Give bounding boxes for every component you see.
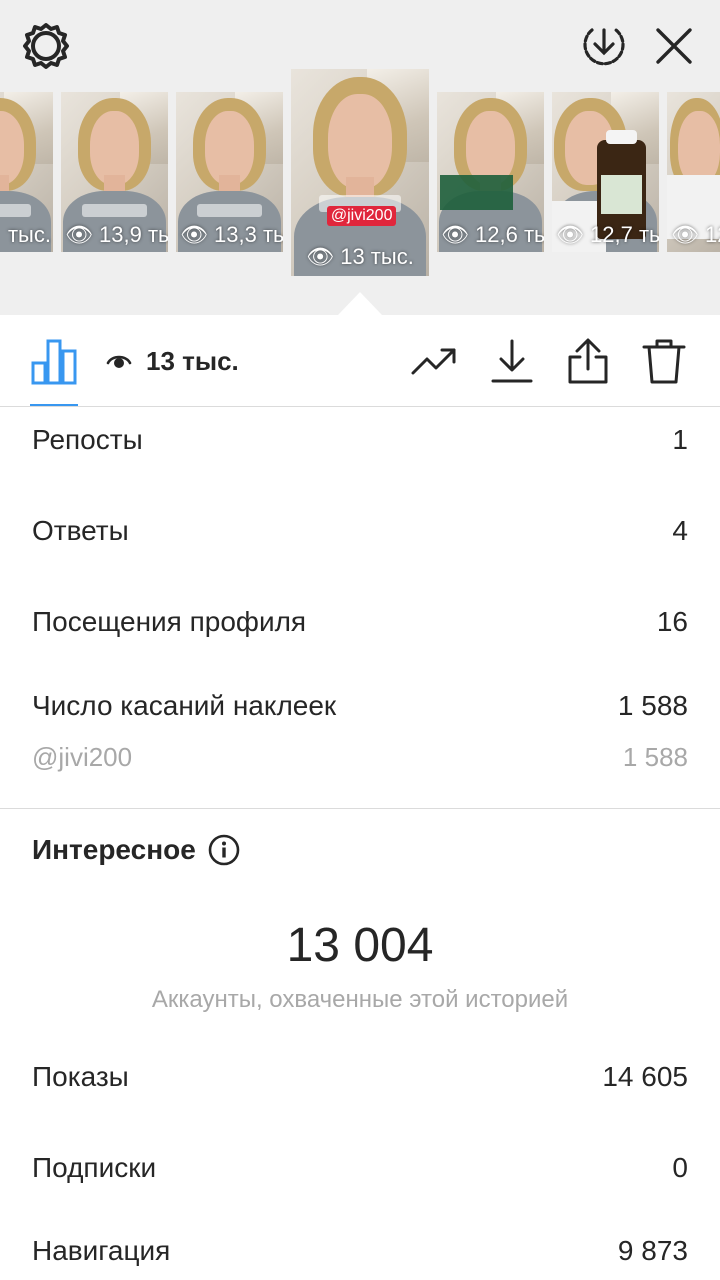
gear-icon[interactable] [22,22,70,70]
stat-row-reposts: Репосты 1 [32,424,688,456]
sticker-handle-label: @jivi200 [32,742,133,772]
stat-label: Навигация [32,1235,171,1266]
active-tab-indicator [30,404,78,406]
share-icon[interactable] [564,337,612,385]
thumbnail-views: 👁 12,7 тыс. [556,222,659,247]
stat-label: Число касаний наклеек [32,690,337,721]
thumbnail-views: тыс. [7,222,51,247]
story-thumbnail[interactable]: 👁 12 [667,92,720,252]
story-thumbnail[interactable]: 👁 12,6 тыс. [437,92,544,252]
stat-label: Посещения профиля [32,606,307,637]
trash-icon[interactable] [640,337,688,385]
thumbnail-views: 👁 13 тыс. [306,244,414,269]
stat-row-impressions: Показы 14 605 [32,1061,688,1093]
stat-value: 16 [656,606,688,637]
stat-row-follows: Подписки 0 [32,1152,688,1184]
story-strip: тыс. 👁 13,9 тыс. 👁 13,3 тыс. @jivi200 👁 … [0,0,720,315]
close-icon[interactable] [650,22,698,70]
download-circle-icon[interactable] [580,22,628,70]
section-header-discovery: Интересное [32,834,240,866]
stat-row-replies: Ответы 4 [32,515,688,547]
stat-label: Показы [32,1061,129,1092]
thumbnail-views: 👁 12,6 тыс. [441,222,544,247]
eye-icon [106,355,132,368]
stat-value: 0 [672,1152,688,1183]
thumbnail-views: 👁 12 [671,222,720,247]
reach-value: 13 004 [286,919,434,972]
stat-label: Подписки [32,1152,157,1183]
stat-row-profile-visits: Посещения профиля 16 [32,606,688,638]
stat-value: 9 873 [617,1235,688,1266]
stat-row-sticker-handle[interactable]: @jivi200 1 588 [32,742,688,773]
stat-label: Репосты [32,424,143,455]
story-thumbnail[interactable]: 👁 12,7 тыс. [552,92,659,252]
sticker-handle-value: 1 588 [622,742,688,772]
views-summary: 13 тыс. [106,345,239,377]
views-count: 13 тыс. [146,345,239,376]
insights-toolbar: 13 тыс. [0,315,720,407]
thumbnail-views: 👁 13,3 тыс. [180,222,283,247]
stat-value: 4 [672,515,688,546]
stat-value: 1 [672,424,688,455]
thumbnail-views: 👁 13,9 тыс. [65,222,168,247]
story-thumbnail[interactable]: тыс. [0,92,53,252]
mention-sticker: @jivi200 [326,205,397,226]
stat-row-navigation: Навигация 9 873 [32,1235,688,1267]
story-thumbnail-selected[interactable]: @jivi200 👁 13 тыс. [291,69,429,276]
bar-chart-icon[interactable] [30,337,78,385]
section-divider [0,808,720,809]
info-icon[interactable] [208,834,240,866]
trending-icon[interactable] [410,337,458,385]
stat-label: Ответы [32,515,129,546]
selected-pointer [338,292,382,315]
download-icon[interactable] [488,337,536,385]
stat-value: 1 588 [617,690,688,721]
story-thumbnail[interactable]: 👁 13,3 тыс. [176,92,283,252]
stat-row-sticker-taps: Число касаний наклеек 1 588 [32,690,688,722]
reach-caption: Аккаунты, охваченные этой историей [151,986,569,1013]
stat-value: 14 605 [602,1061,688,1092]
section-title: Интересное [32,834,196,865]
story-thumbnail[interactable]: 👁 13,9 тыс. [61,92,168,252]
